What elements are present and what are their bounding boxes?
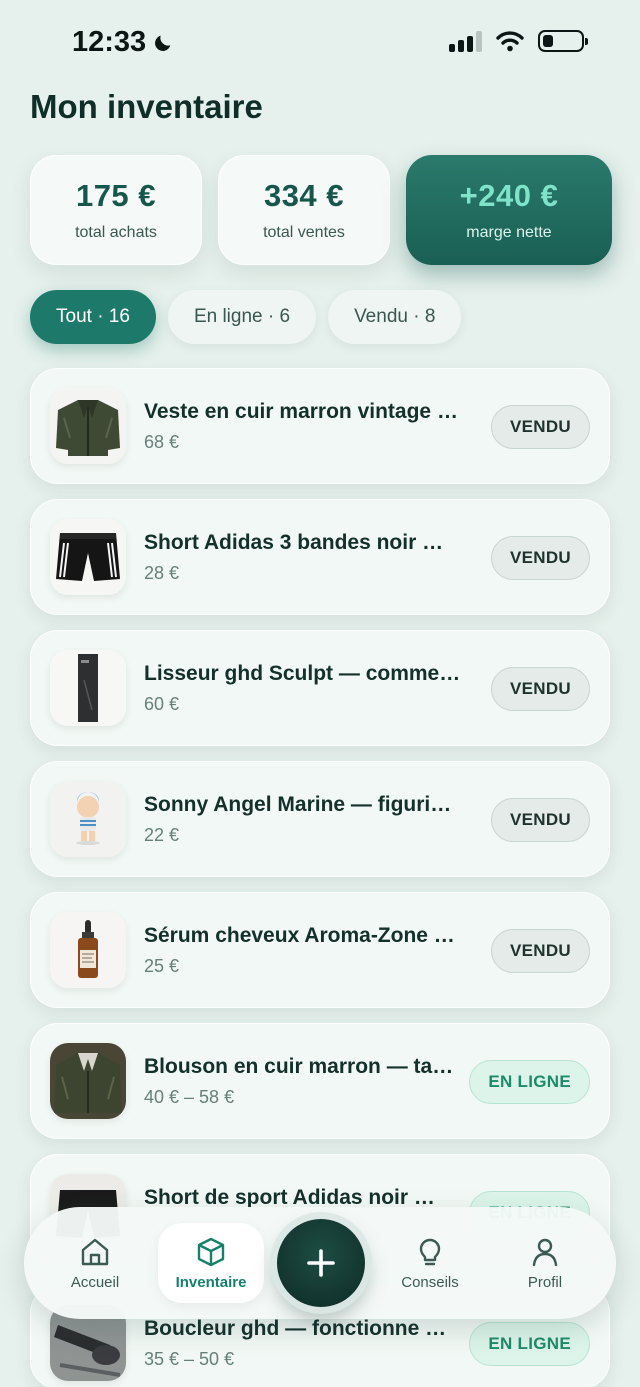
status-time-text: 12:33 xyxy=(72,26,147,58)
status-badge: VENDU xyxy=(490,798,590,842)
stats-row: 175 € total achats 334 € total ventes +2… xyxy=(30,155,612,265)
home-icon xyxy=(81,1238,109,1265)
nav-label: Inventaire xyxy=(175,1273,247,1291)
add-item-button[interactable] xyxy=(277,1219,365,1307)
stat-total-purchases: 175 € total achats xyxy=(30,155,202,265)
item-thumbnail-figurine xyxy=(50,781,126,857)
stat-label: marge nette xyxy=(466,224,552,241)
item-title: Sérum cheveux Aroma-Zone … xyxy=(144,924,455,947)
nav-profile[interactable]: Profil xyxy=(492,1223,598,1303)
nav-inventory[interactable]: Inventaire xyxy=(158,1223,264,1303)
stat-value: +240 € xyxy=(459,178,559,213)
plus-icon xyxy=(307,1249,335,1277)
item-price: 25 € xyxy=(144,956,180,976)
filter-online[interactable]: En ligne · 6 xyxy=(167,290,317,344)
item-title: Blouson en cuir marron — ta… xyxy=(144,1055,454,1078)
status-badge: EN LIGNE xyxy=(469,1322,590,1366)
list-item[interactable]: Lisseur ghd Sculpt — comme … 60 € VENDU xyxy=(30,630,610,746)
moon-icon xyxy=(155,35,171,51)
item-title: Boucleur ghd — fonctionne … xyxy=(144,1317,447,1340)
status-time: 12:33 xyxy=(72,26,174,59)
status-bar: 12:33 xyxy=(0,0,640,80)
filter-all[interactable]: Tout · 16 xyxy=(30,290,156,344)
item-price: 68 € xyxy=(144,432,180,452)
item-title: Veste en cuir marron vintage … xyxy=(144,400,458,423)
stat-value: 334 € xyxy=(263,178,345,213)
item-thumbnail-hair-straightener xyxy=(50,650,126,726)
list-item[interactable]: Blouson en cuir marron — ta… 40 € – 58 €… xyxy=(30,1023,610,1139)
status-badge: VENDU xyxy=(490,405,590,449)
page-title: Mon inventaire xyxy=(30,88,263,125)
signal-icon xyxy=(449,30,482,52)
item-title: Lisseur ghd Sculpt — comme … xyxy=(144,662,464,685)
item-thumbnail-serum xyxy=(50,912,126,988)
list-item[interactable]: Short Adidas 3 bandes noir — … 28 € VEND… xyxy=(30,499,610,615)
stat-label: total ventes xyxy=(263,224,345,241)
stat-label: total achats xyxy=(75,224,157,241)
item-price: 60 € xyxy=(144,694,180,714)
nav-label: Conseils xyxy=(401,1273,459,1291)
status-badge: VENDU xyxy=(490,667,590,711)
stat-total-sales: 334 € total ventes xyxy=(218,155,390,265)
filter-sold[interactable]: Vendu · 8 xyxy=(328,290,462,344)
item-title: Short Adidas 3 bandes noir — … xyxy=(144,531,464,554)
list-item[interactable]: Sérum cheveux Aroma-Zone … 25 € VENDU xyxy=(30,892,610,1008)
user-icon xyxy=(532,1238,558,1266)
stat-net-margin: +240 € marge nette xyxy=(406,155,612,265)
list-item[interactable]: Sonny Angel Marine — figurin… 22 € VENDU xyxy=(30,761,610,877)
status-badge: EN LIGNE xyxy=(469,1060,590,1104)
status-indicators xyxy=(449,30,588,52)
filter-chips: Tout · 16 En ligne · 6 Vendu · 8 xyxy=(30,290,462,344)
lightbulb-icon xyxy=(419,1238,441,1265)
box-icon xyxy=(197,1237,225,1266)
wifi-icon xyxy=(496,31,524,52)
item-price: 40 € – 58 € xyxy=(144,1087,235,1107)
bottom-nav: Accueil Inventaire Conseils Profil xyxy=(24,1207,616,1319)
battery-icon xyxy=(538,30,588,52)
item-price: 22 € xyxy=(144,825,180,845)
list-item[interactable]: Veste en cuir marron vintage … 68 € VEND… xyxy=(30,368,610,484)
nav-tips[interactable]: Conseils xyxy=(377,1223,483,1303)
nav-label: Profil xyxy=(527,1273,563,1291)
stat-value: 175 € xyxy=(75,178,157,213)
item-price: 28 € xyxy=(144,563,180,583)
item-thumbnail-jacket xyxy=(50,388,126,464)
item-thumbnail-shorts xyxy=(50,519,126,595)
status-badge: VENDU xyxy=(490,929,590,973)
item-price: 35 € – 50 € xyxy=(144,1349,235,1369)
nav-label: Accueil xyxy=(70,1273,120,1291)
nav-home[interactable]: Accueil xyxy=(42,1223,148,1303)
status-badge: VENDU xyxy=(490,536,590,580)
item-title: Sonny Angel Marine — figurin… xyxy=(144,793,464,816)
item-thumbnail-leather-jacket xyxy=(50,1043,126,1119)
